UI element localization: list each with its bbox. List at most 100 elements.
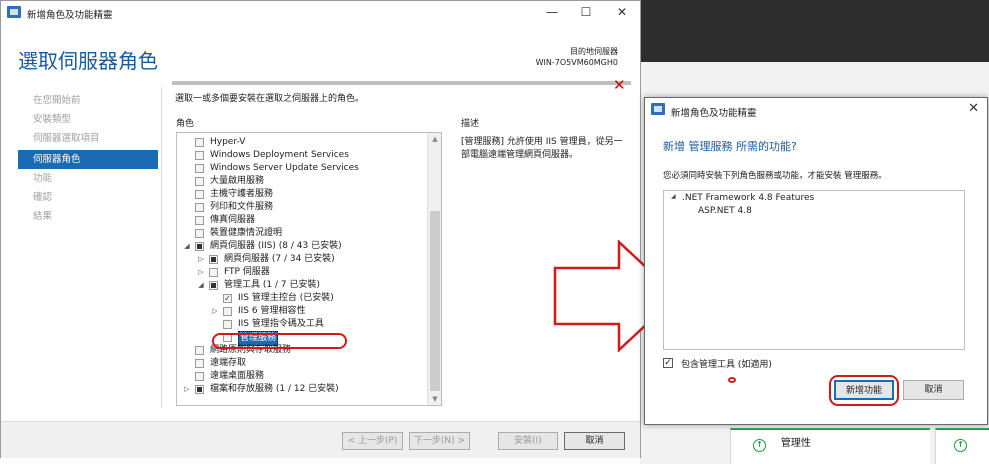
expand-icon[interactable]: ▷ — [211, 305, 219, 318]
role-checkbox[interactable] — [223, 320, 232, 329]
wizard-footer: < 上一步(P) 下一步(N) > 安裝(I) 取消 — [1, 421, 640, 458]
wizard-window: 新增角色及功能精靈 — ☐ ✕ 選取伺服器角色 目的地伺服器 WIN-7O5VM… — [0, 0, 641, 458]
dialog-subtext: 您必須同時安裝下列角色服務或功能，才能安裝 管理服務。 — [663, 171, 887, 181]
role-row[interactable]: ◢ 管理工具 (1 / 7 已安裝) — [177, 279, 427, 292]
feature-net-framework: .NET Framework 4.8 Features — [682, 193, 815, 203]
role-checkbox[interactable] — [195, 359, 204, 368]
background-tile-2: ↑ — [935, 428, 989, 464]
role-label: 檔案和存放服務 (1 / 12 已安裝) — [210, 384, 339, 394]
role-row[interactable]: Windows Deployment Services — [177, 149, 427, 162]
ok-icon: ↑ — [954, 439, 967, 452]
install-button[interactable]: 安裝(I) — [498, 432, 558, 450]
nav-label: 功能 — [33, 173, 53, 184]
role-row[interactable]: 裝置健康情況證明 — [177, 227, 427, 240]
nav-item-server-selection[interactable]: 伺服器選取項目 — [18, 129, 158, 148]
nav-label: 安裝類型 — [33, 114, 72, 125]
role-row[interactable]: ▷ FTP 伺服器 — [177, 266, 427, 279]
expand-icon[interactable]: ◢ — [671, 193, 676, 200]
required-features-dialog: 新增角色及功能精靈 ✕ 新增 管理服務 所需的功能? 您必須同時安裝下列角色服務… — [644, 97, 988, 425]
role-checkbox[interactable] — [195, 372, 204, 381]
minimize-button[interactable]: — — [537, 3, 567, 21]
nav-item-features[interactable]: 功能 — [18, 169, 158, 188]
role-row[interactable]: ▷ IIS 6 管理相容性 — [177, 305, 427, 318]
dialog-cancel-button[interactable]: 取消 — [903, 380, 964, 400]
destination-server-info: 目的地伺服器 WIN-7O5VM60MGH0 — [536, 46, 618, 68]
role-row[interactable]: Windows Server Update Services — [177, 162, 427, 175]
role-checkbox[interactable] — [195, 385, 204, 394]
nav-item-server-roles[interactable]: 伺服器角色 — [18, 150, 158, 169]
role-checkbox[interactable] — [195, 138, 204, 147]
annotation-dot — [728, 377, 736, 383]
roles-scrollbar[interactable]: ▲ ▼ — [427, 133, 441, 405]
role-row[interactable]: 遠端桌面服務 — [177, 370, 427, 383]
role-row[interactable]: 主機守護者服務 — [177, 188, 427, 201]
nav-label: 結果 — [33, 211, 53, 222]
destination-server: WIN-7O5VM60MGH0 — [535, 58, 618, 67]
expand-icon[interactable]: ▷ — [183, 383, 191, 396]
nav-label: 伺服器選取項目 — [33, 133, 100, 144]
role-checkbox[interactable] — [195, 216, 204, 225]
role-row[interactable]: IIS 管理指令碼及工具 — [177, 318, 427, 331]
role-checkbox[interactable] — [209, 255, 218, 264]
role-checkbox[interactable]: ✓ — [223, 294, 232, 303]
next-button[interactable]: 下一步(N) > — [409, 432, 470, 450]
scroll-thumb[interactable] — [430, 211, 440, 391]
annotation-circle-management-service — [212, 333, 347, 349]
role-checkbox[interactable] — [195, 151, 204, 160]
nav-item-results[interactable]: 結果 — [18, 207, 158, 226]
description-header: 描述 — [461, 119, 480, 129]
role-checkbox[interactable] — [223, 307, 232, 316]
cancel-button[interactable]: 取消 — [564, 432, 625, 450]
close-button[interactable]: ✕ — [607, 3, 637, 21]
role-label: 網頁伺服器 (7 / 34 已安裝) — [224, 254, 335, 264]
nav-item-installation-type[interactable]: 安裝類型 — [18, 110, 158, 129]
role-description: [管理服務] 允許使用 IIS 管理員，從另一部電腦遠端管理網頁伺服器。 — [461, 137, 623, 160]
role-checkbox[interactable] — [195, 203, 204, 212]
role-row[interactable]: 傳真伺服器 — [177, 214, 427, 227]
scroll-up-icon[interactable]: ▲ — [428, 135, 441, 143]
role-checkbox[interactable] — [195, 242, 204, 251]
role-row[interactable]: ✓ IIS 管理主控台 (已安裝) — [177, 292, 427, 305]
required-features-list[interactable]: ◢ .NET Framework 4.8 Features ASP.NET 4.… — [663, 190, 965, 350]
role-checkbox[interactable] — [195, 229, 204, 238]
role-label: 主機守護者服務 — [210, 189, 274, 199]
ok-icon: ↑ — [753, 439, 766, 452]
role-label: 遠端桌面服務 — [210, 371, 265, 381]
include-tools-checkbox[interactable]: ✓ — [663, 358, 673, 368]
role-row[interactable]: ▷ 檔案和存放服務 (1 / 12 已安裝) — [177, 383, 427, 396]
role-checkbox[interactable] — [209, 268, 218, 277]
role-row[interactable]: ▷ 網頁伺服器 (7 / 34 已安裝) — [177, 253, 427, 266]
background-tile: ↑ 管理性 — [730, 428, 930, 464]
role-row[interactable]: 列印和文件服務 — [177, 201, 427, 214]
maximize-button[interactable]: ☐ — [571, 3, 601, 21]
role-checkbox[interactable] — [195, 164, 204, 173]
dialog-close-button[interactable]: ✕ — [968, 101, 979, 116]
role-label: 列印和文件服務 — [210, 202, 274, 212]
role-row[interactable]: ◢ 網頁伺服器 (IIS) (8 / 43 已安裝) — [177, 240, 427, 253]
scroll-down-icon[interactable]: ▼ — [428, 395, 441, 403]
role-label: 傳真伺服器 — [210, 215, 256, 225]
window-title: 新增角色及功能精靈 — [27, 10, 113, 21]
expand-icon[interactable]: ▷ — [197, 266, 205, 279]
role-checkbox[interactable] — [195, 177, 204, 186]
tile-label: 管理性 — [780, 437, 811, 449]
role-checkbox[interactable] — [209, 281, 218, 290]
role-label: 遠端存取 — [210, 358, 247, 368]
expand-icon[interactable]: ▷ — [197, 253, 205, 266]
previous-button[interactable]: < 上一步(P) — [342, 432, 403, 450]
roles-header: 角色 — [176, 119, 195, 129]
nav-label: 伺服器角色 — [33, 154, 81, 165]
collapse-icon[interactable]: ◢ — [197, 279, 205, 292]
role-row[interactable]: 遠端存取 — [177, 357, 427, 370]
role-row[interactable]: Hyper-V — [177, 136, 427, 149]
roles-tree[interactable]: ▲ ▼ Hyper-V Windows Deployment Services Wi… — [176, 132, 442, 406]
nav-item-before-you-begin[interactable]: 在您開始前 — [18, 91, 158, 110]
role-checkbox[interactable] — [195, 346, 204, 355]
annotation-circle-add-features — [829, 375, 899, 406]
collapse-icon[interactable]: ◢ — [183, 240, 191, 253]
nav-item-confirmation[interactable]: 確認 — [18, 188, 158, 207]
role-checkbox[interactable] — [195, 190, 204, 199]
role-row[interactable]: 大量啟用服務 — [177, 175, 427, 188]
server-manager-icon — [7, 6, 21, 18]
role-label: Windows Deployment Services — [210, 150, 349, 160]
